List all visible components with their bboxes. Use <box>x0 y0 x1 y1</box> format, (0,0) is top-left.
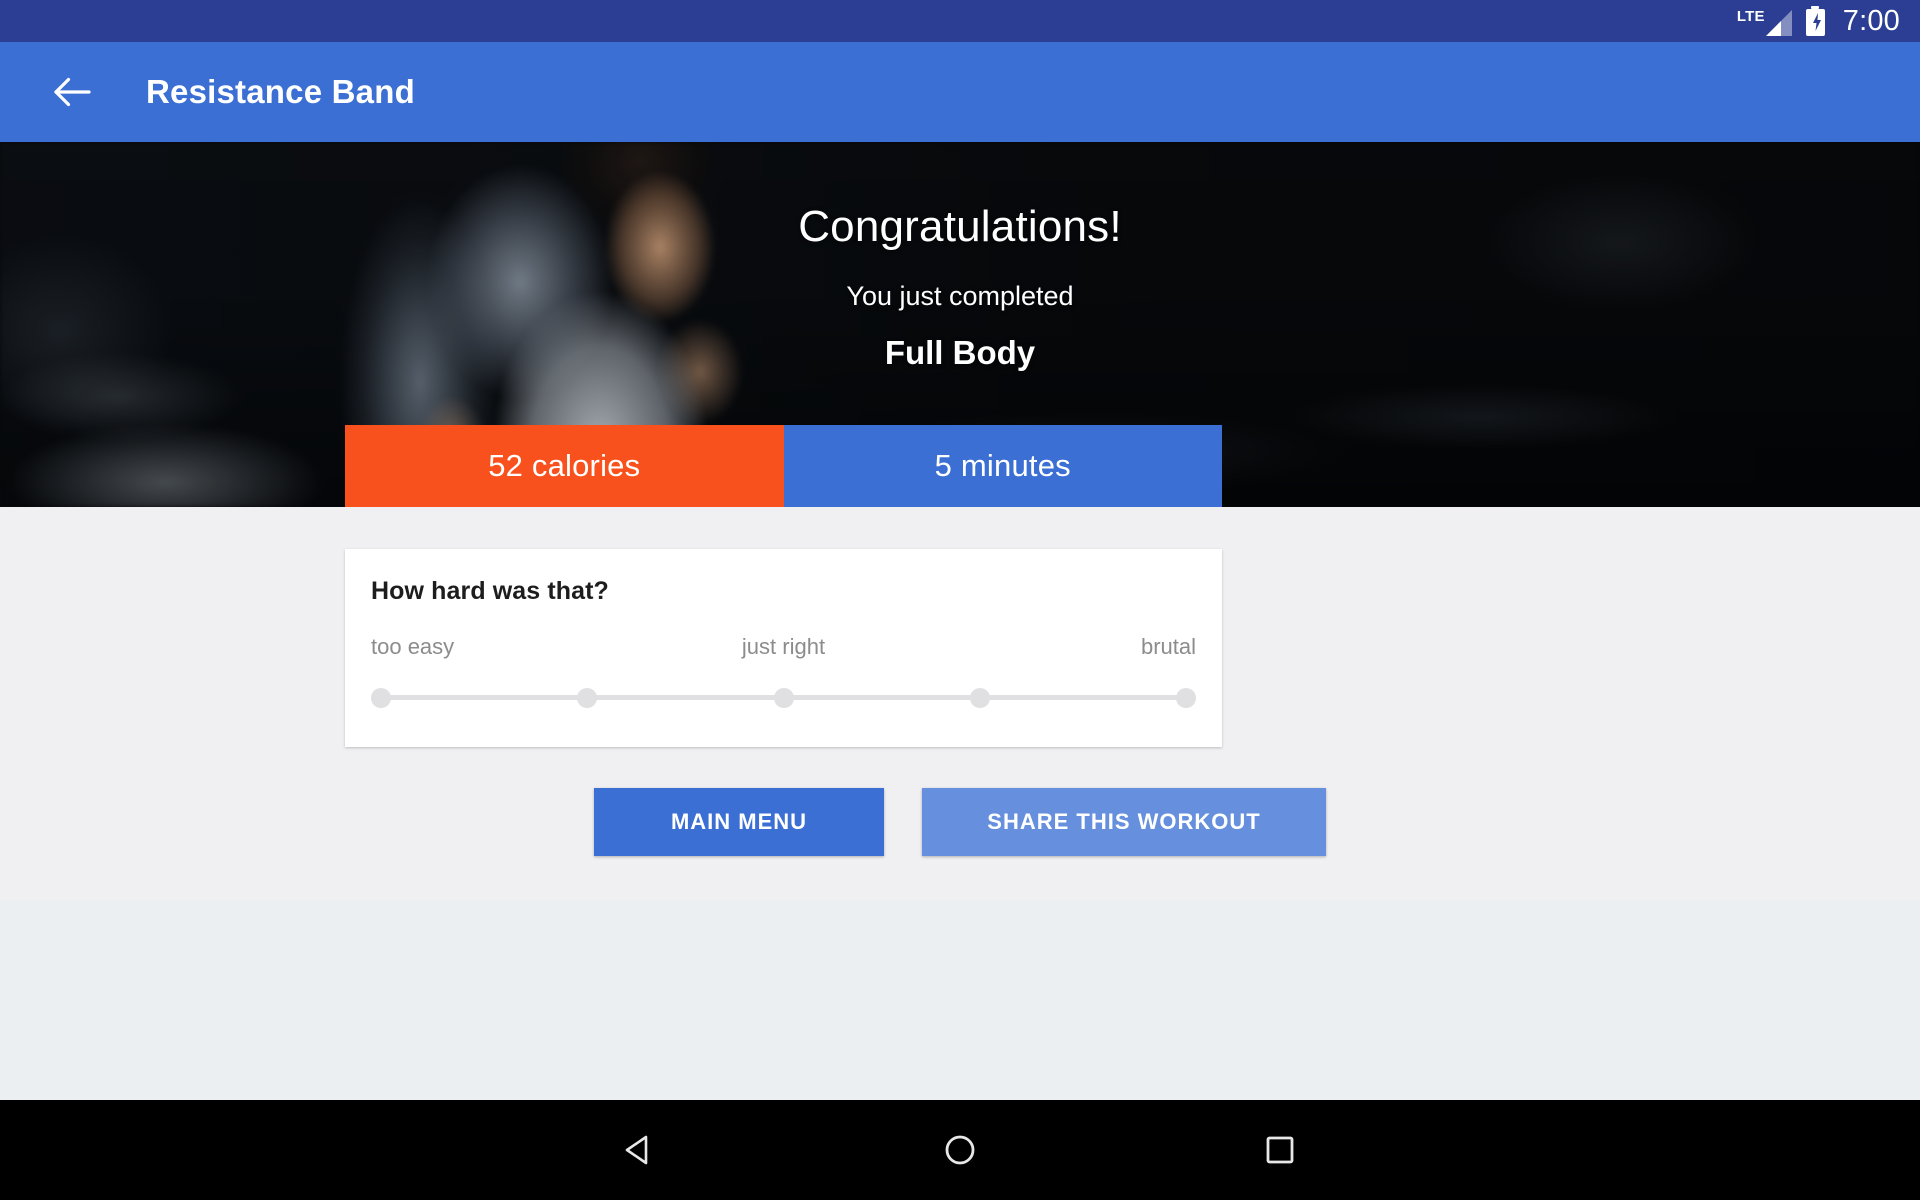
battery-charging-icon <box>1805 6 1825 36</box>
app-bar: Resistance Band <box>0 42 1920 142</box>
back-button[interactable] <box>44 64 100 120</box>
workout-stats-bar: 52 calories 5 minutes <box>345 425 1222 507</box>
nav-home-button[interactable] <box>860 1100 1060 1200</box>
slider-step-4[interactable] <box>969 688 990 708</box>
scale-label-just-right: just right <box>741 634 826 659</box>
slider-step-1[interactable] <box>371 688 391 708</box>
system-navigation-bar <box>0 1100 1920 1200</box>
signal-bars-icon <box>1765 10 1792 36</box>
slider-step-2[interactable] <box>577 688 598 708</box>
slider-step-3[interactable] <box>773 688 794 708</box>
stat-duration: 5 minutes <box>783 425 1222 507</box>
completed-subtitle: You just completed <box>846 281 1074 311</box>
nav-back-button[interactable] <box>540 1100 740 1200</box>
status-bar: LTE 7:00 <box>0 0 1920 42</box>
main-menu-button[interactable]: MAIN MENU <box>594 788 884 856</box>
back-arrow-icon <box>54 77 91 107</box>
status-bar-right-cluster: LTE 7:00 <box>1737 6 1900 36</box>
nav-back-triangle-icon <box>625 1135 648 1165</box>
scale-label-brutal: brutal <box>1140 634 1196 659</box>
workout-name: Full Body <box>884 334 1036 371</box>
slider-step-5[interactable] <box>1176 688 1196 708</box>
lte-label: LTE <box>1736 8 1765 25</box>
nav-recents-button[interactable] <box>1180 1100 1380 1200</box>
status-bar-clock: 7:00 <box>1842 4 1900 37</box>
nav-recents-square-icon <box>1266 1136 1294 1164</box>
content-area: How hard was that? too easy just right b… <box>0 507 1920 900</box>
nav-home-circle-icon <box>945 1135 975 1165</box>
difficulty-card: How hard was that? too easy just right b… <box>345 549 1222 747</box>
app-screen: LTE 7:00 Resistance Band Congratulations… <box>0 0 1920 1200</box>
difficulty-slider[interactable] <box>371 684 1196 710</box>
congratulations-heading: Congratulations! <box>798 202 1122 251</box>
scale-label-too-easy: too easy <box>371 634 455 659</box>
difficulty-question: How hard was that? <box>371 577 609 605</box>
page-title: Resistance Band <box>146 73 415 110</box>
stat-calories: 52 calories <box>345 425 784 507</box>
action-buttons: MAIN MENU SHARE THIS WORKOUT <box>0 788 1920 856</box>
difficulty-scale-labels: too easy just right brutal <box>371 634 1196 660</box>
network-status: LTE <box>1737 6 1792 36</box>
share-workout-button[interactable]: SHARE THIS WORKOUT <box>922 788 1326 856</box>
